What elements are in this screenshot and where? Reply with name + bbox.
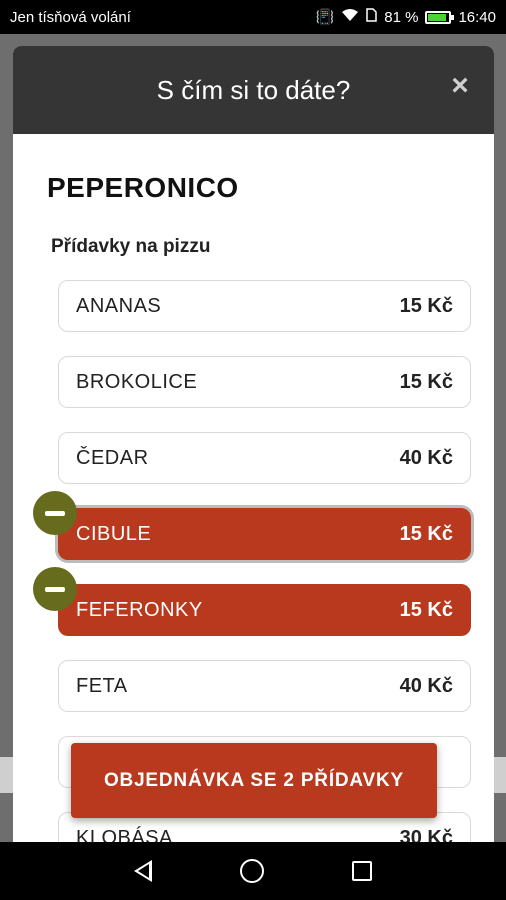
remove-icon[interactable] <box>33 491 77 535</box>
wifi-icon <box>341 8 359 26</box>
addon-price: 40 Kč <box>399 446 453 469</box>
addon-price: 15 Kč <box>399 370 453 393</box>
addon-item[interactable]: ANANAS 15 Kč <box>58 280 471 332</box>
addon-name: CIBULE <box>76 522 152 545</box>
addon-name: FETA <box>76 674 128 697</box>
vibrate-icon: 📳 <box>315 9 335 26</box>
addon-item[interactable]: ČEDAR 40 Kč <box>58 432 471 484</box>
carrier-text: Jen tísňová volání <box>10 8 131 26</box>
addon-price: 15 Kč <box>399 598 453 621</box>
addon-item[interactable]: BROKOLICE 15 Kč <box>58 356 471 408</box>
addon-name: KLOBÁSA <box>76 826 173 843</box>
home-icon[interactable] <box>240 859 264 883</box>
addon-price: 15 Kč <box>399 522 453 545</box>
product-name: PEPERONICO <box>47 172 239 203</box>
recent-apps-icon[interactable] <box>352 861 372 881</box>
back-icon[interactable] <box>134 860 152 882</box>
navigation-bar <box>0 842 506 900</box>
addons-dialog: S čím si to dáte? × PEPERONICO Přídavky … <box>13 46 494 842</box>
addon-name: FEFERONKY <box>76 598 203 621</box>
addon-name: BROKOLICE <box>76 370 198 393</box>
order-button[interactable]: OBJEDNÁVKA SE 2 PŘÍDAVKY <box>71 743 437 818</box>
addon-price: 30 Kč <box>399 826 453 843</box>
addon-name: ČEDAR <box>76 446 149 469</box>
close-icon[interactable]: × <box>446 71 474 101</box>
addon-item-selected[interactable]: FEFERONKY 15 Kč <box>33 567 471 636</box>
sim-icon <box>366 8 377 26</box>
addon-price: 40 Kč <box>399 674 453 697</box>
addon-item-selected[interactable]: CIBULE 15 Kč <box>33 491 471 560</box>
battery-icon <box>425 10 455 24</box>
battery-percent: 81 % <box>384 8 419 26</box>
addon-price: 15 Kč <box>399 294 453 317</box>
addon-name: ANANAS <box>76 294 162 317</box>
status-icons: 📳 81 % 16:40 <box>316 8 496 26</box>
remove-icon[interactable] <box>33 567 77 611</box>
status-bar: Jen tísňová volání 📳 81 % 16:40 <box>0 0 506 34</box>
dialog-header: S čím si to dáte? × <box>13 46 494 134</box>
addon-item[interactable]: FETA 40 Kč <box>58 660 471 712</box>
section-title: Přídavky na pizzu <box>51 236 211 257</box>
clock: 16:40 <box>458 8 496 26</box>
dialog-title: S čím si to dáte? <box>156 74 351 105</box>
